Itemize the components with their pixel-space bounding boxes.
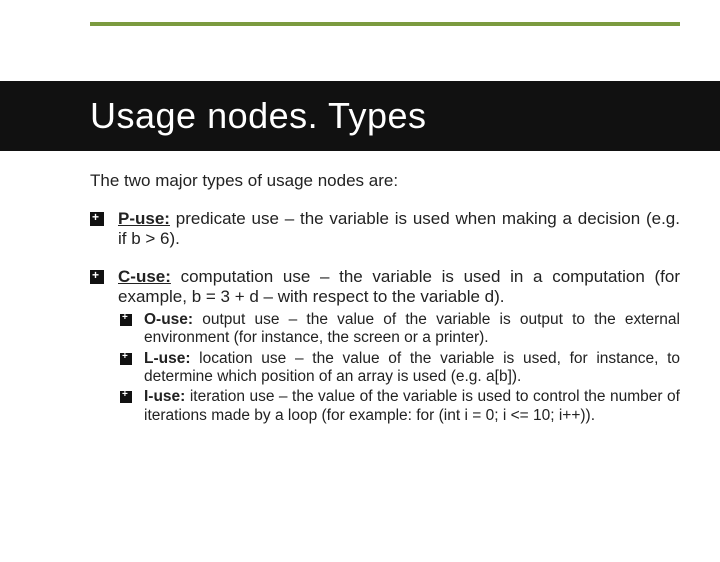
- list-item: P-use: predicate use – the variable is u…: [90, 209, 680, 249]
- list-item: L-use: location use – the value of the v…: [118, 350, 680, 387]
- intro-text: The two major types of usage nodes are:: [90, 171, 680, 191]
- term-c-use: C-use:: [118, 267, 171, 286]
- item-text: predicate use – the variable is used whe…: [118, 209, 680, 248]
- sub-list: O-use: output use – the value of the var…: [118, 311, 680, 425]
- term-p-use: P-use:: [118, 209, 170, 228]
- main-list: P-use: predicate use – the variable is u…: [90, 209, 680, 425]
- item-text: iteration use – the value of the variabl…: [144, 388, 680, 423]
- term-i-use: I-use:: [144, 388, 185, 405]
- list-item: I-use: iteration use – the value of the …: [118, 388, 680, 425]
- item-text: location use – the value of the variable…: [144, 350, 680, 385]
- top-rule: [90, 22, 680, 26]
- slide-title: Usage nodes. Types: [90, 95, 720, 137]
- list-item: C-use: computation use – the variable is…: [90, 267, 680, 425]
- term-l-use: L-use:: [144, 350, 191, 367]
- list-item: O-use: output use – the value of the var…: [118, 311, 680, 348]
- content-area: The two major types of usage nodes are: …: [0, 151, 720, 425]
- title-bar: Usage nodes. Types: [0, 81, 720, 151]
- item-text: computation use – the variable is used i…: [118, 267, 680, 306]
- item-text: output use – the value of the variable i…: [144, 311, 680, 346]
- term-o-use: O-use:: [144, 311, 193, 328]
